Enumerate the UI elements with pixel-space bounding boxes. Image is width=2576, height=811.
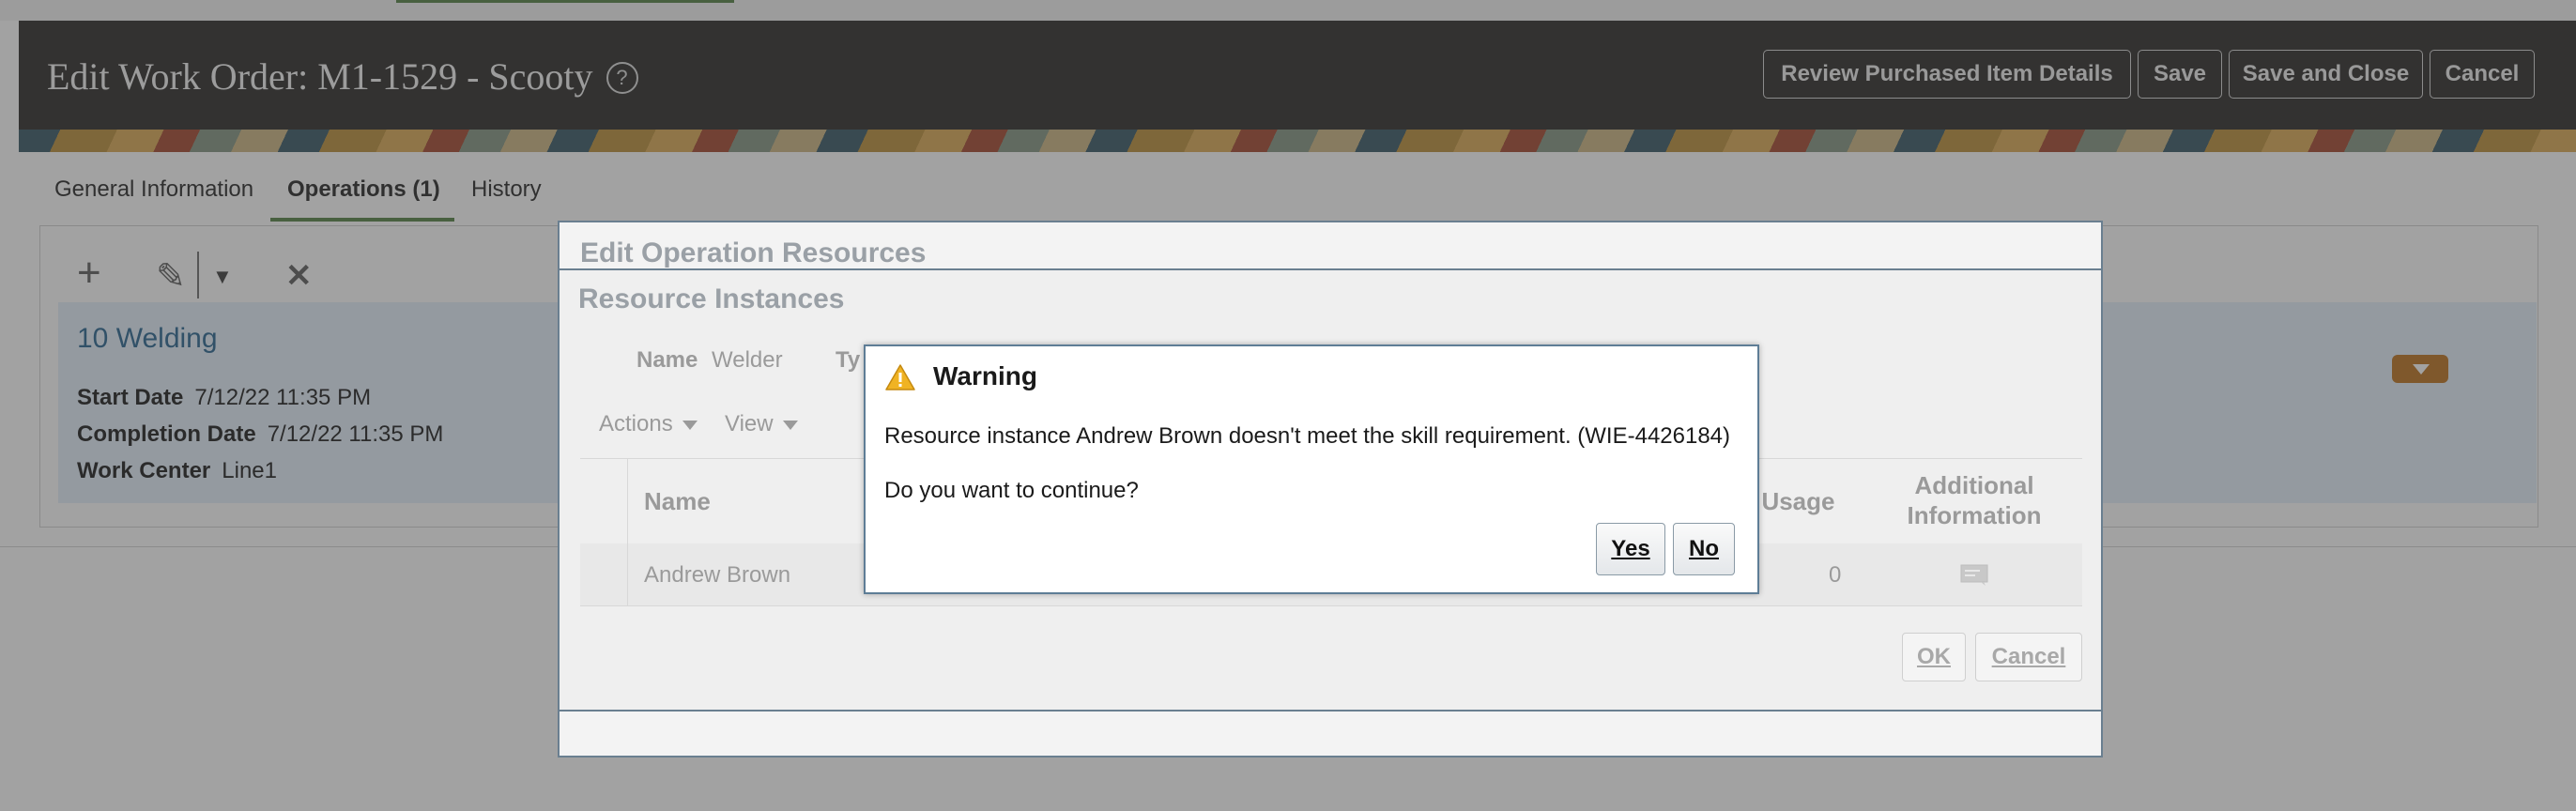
- chevron-down-icon: [782, 420, 798, 430]
- warning-title: Warning: [933, 361, 1037, 390]
- row-selector-header: [580, 459, 628, 543]
- type-label: Ty: [836, 347, 861, 373]
- no-button[interactable]: No: [1673, 523, 1735, 575]
- actions-menu[interactable]: Actions: [599, 411, 698, 437]
- warning-question: Do you want to continue?: [884, 478, 1139, 503]
- column-header-name[interactable]: Name: [644, 487, 711, 516]
- column-header-additional-information: Additional Information: [1907, 471, 2042, 529]
- additional-information-icon[interactable]: [1960, 564, 1988, 587]
- warning-icon: [884, 363, 916, 396]
- row-selector[interactable]: [580, 543, 628, 605]
- dialog-title: Resource Instances: [578, 283, 845, 314]
- view-menu[interactable]: View: [725, 411, 798, 437]
- name-label: Name: [636, 347, 698, 373]
- name-value: Welder: [712, 347, 783, 373]
- cancel-button[interactable]: Cancel: [1975, 633, 2082, 681]
- cell-usage: 0: [1829, 562, 1842, 588]
- dialog-title: Edit Operation Resources: [580, 237, 927, 268]
- yes-button[interactable]: Yes: [1596, 523, 1665, 575]
- warning-message: Resource instance Andrew Brown doesn't m…: [884, 423, 1731, 449]
- note-icon: [1960, 564, 1988, 586]
- cell-name: Andrew Brown: [644, 562, 791, 588]
- chevron-down-icon: [682, 420, 698, 430]
- warning-dialog: Warning Resource instance Andrew Brown d…: [864, 344, 1759, 594]
- column-header-usage[interactable]: l Usage: [1748, 487, 1835, 516]
- ok-button[interactable]: OK: [1902, 633, 1966, 681]
